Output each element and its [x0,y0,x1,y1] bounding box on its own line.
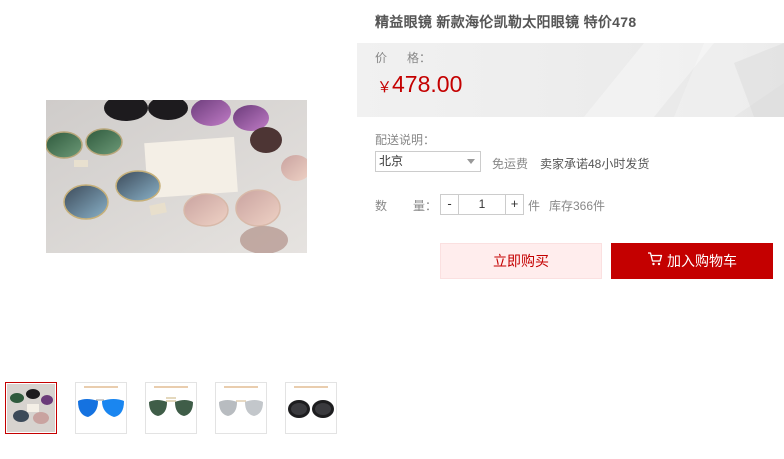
chevron-down-icon [467,159,475,164]
price-value: ￥478.00 [377,71,462,98]
thumbnail-3[interactable] [145,382,197,434]
quantity-unit: 件 [528,199,541,213]
free-shipping-text: 免运费 [492,157,529,171]
add-to-cart-button[interactable]: 加入购物车 [611,243,773,279]
brand-mark [154,386,188,388]
thumbnail-1[interactable] [5,382,57,434]
quantity-input[interactable]: 1 [459,194,505,215]
thumbnail-strip [5,382,337,434]
thumb-blue-aviator-image [78,399,124,417]
thumb-silver-aviator-image [219,400,263,416]
thumb-group-photo-image [7,384,55,432]
thumb-black-round-image [288,400,334,418]
quantity-stepper: - 1 + [440,194,524,215]
shopping-cart-icon [647,243,663,279]
quantity-label: 数量： [375,199,438,213]
quantity-increase-button[interactable]: + [505,194,524,215]
city-select[interactable]: 北京 [375,151,481,172]
city-select-value: 北京 [379,154,404,168]
thumbnail-5[interactable] [285,382,337,434]
thumbnail-4[interactable] [215,382,267,434]
price-panel: 价格： ￥478.00 [357,43,784,117]
brand-mark [84,386,118,388]
main-product-image [46,100,307,253]
currency-symbol: ￥ [377,79,393,96]
price-amount: 478.00 [392,71,463,97]
shipping-label: 配送说明： [375,133,436,147]
price-panel-decoration [584,43,784,117]
stock-count: 库存366件 [549,199,606,213]
shipping-promise-text: 卖家承诺48小时发货 [540,157,650,171]
thumbnail-2[interactable] [75,382,127,434]
brand-mark [224,386,258,388]
product-title: 精益眼镜 新款海伦凯勒太阳眼镜 特价478 [375,14,637,30]
quantity-decrease-button[interactable]: - [440,194,459,215]
thumb-green-aviator-image [149,397,193,416]
price-label: 价格： [375,51,432,65]
brand-mark [294,386,328,388]
buy-now-button[interactable]: 立即购买 [440,243,602,279]
add-to-cart-label: 加入购物车 [667,253,737,269]
